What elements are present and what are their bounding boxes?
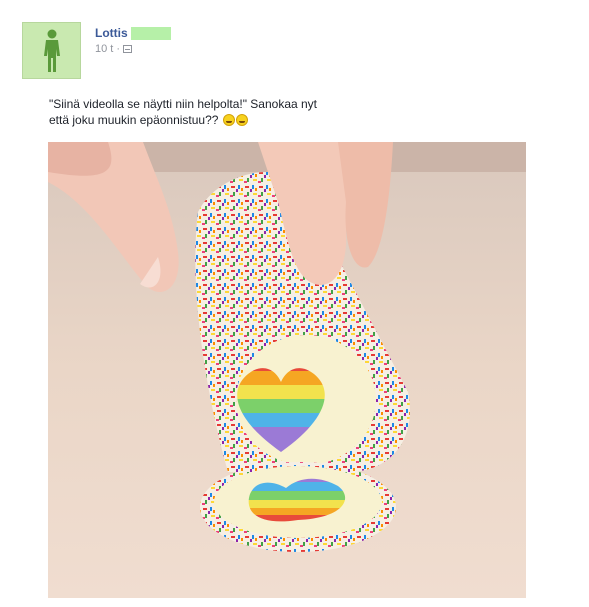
post-text-line-2: että joku muukin epäonnistuu?? — [49, 113, 219, 127]
post-timestamp[interactable]: 10 t — [95, 43, 113, 55]
audience-icon[interactable] — [123, 45, 133, 53]
post-meta: 10 t · — [95, 43, 133, 55]
author-name[interactable]: Lottis — [95, 26, 128, 40]
post-text: "Siinä videolla se näytti niin helpolta!… — [49, 96, 409, 128]
meta-separator: · — [116, 43, 121, 55]
grinning-sweat-emoji — [235, 114, 248, 126]
post-text-line-1: "Siinä videolla se näytti niin helpolta!… — [49, 97, 318, 111]
name-redaction — [130, 26, 171, 40]
grinning-sweat-emoji — [222, 114, 235, 126]
author-name-link[interactable]: Lottis — [95, 26, 171, 40]
rainbow-heart-cookie-roll-image — [48, 142, 526, 598]
post-photo[interactable] — [48, 142, 526, 598]
profile-avatar[interactable] — [22, 22, 81, 79]
facebook-post: Lottis 10 t · "Siinä videolla se näytti … — [0, 0, 589, 607]
person-silhouette-icon — [43, 29, 60, 72]
